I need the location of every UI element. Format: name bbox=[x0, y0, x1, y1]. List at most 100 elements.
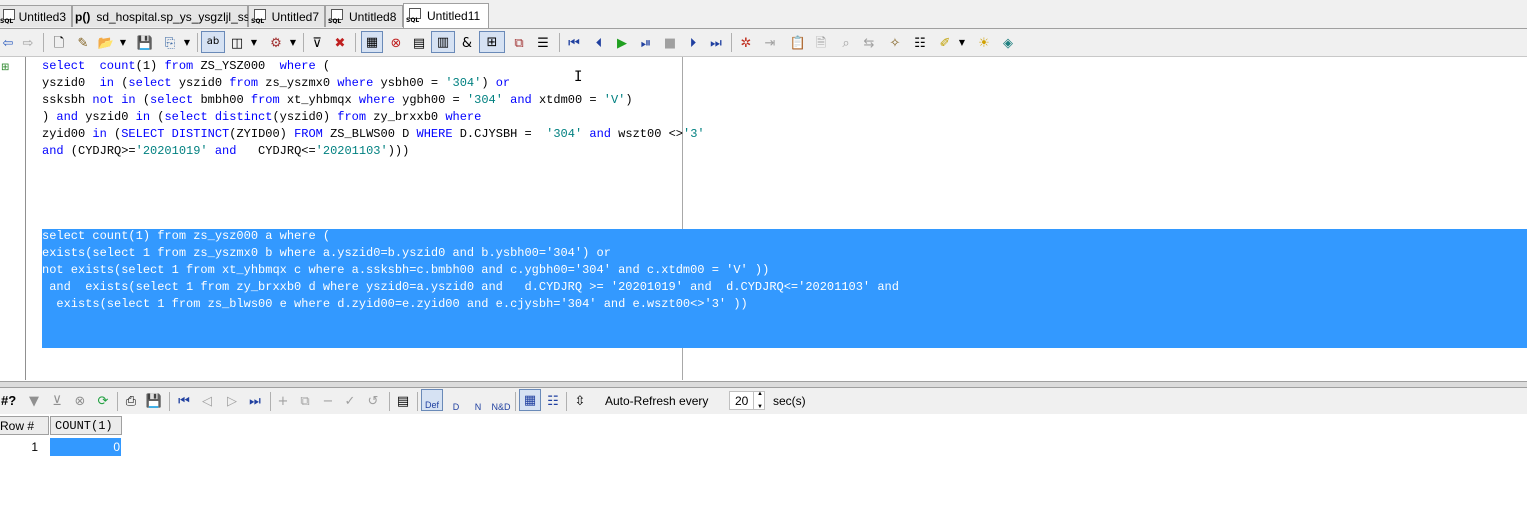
date-view-button[interactable]: D bbox=[446, 390, 466, 412]
split-view-icon[interactable]: ◫ bbox=[228, 32, 246, 54]
stop-icon[interactable]: ■ bbox=[662, 32, 678, 54]
prior-row-icon[interactable]: ◁ bbox=[199, 390, 215, 412]
lightbulb-icon[interactable]: ☀ bbox=[974, 32, 994, 54]
code-line[interactable]: zyid00 in (SELECT DISTINCT(ZYID00) FROM … bbox=[42, 126, 705, 143]
code-token: ysbh00 = bbox=[373, 76, 446, 90]
execute-step-icon[interactable]: ⏯ bbox=[637, 32, 655, 54]
filter-clear-icon[interactable]: ⊻ bbox=[49, 390, 65, 412]
current-line-marker-icon: ⊞ bbox=[1, 62, 10, 73]
delete-row-icon[interactable]: − bbox=[320, 390, 336, 412]
search-icon[interactable]: ⌕ bbox=[837, 32, 855, 54]
tab-untitled3[interactable]: SQL Untitled3 bbox=[0, 5, 72, 27]
layers-icon[interactable]: ◈ bbox=[999, 32, 1017, 54]
result-value-cell[interactable]: 0 bbox=[50, 438, 121, 456]
document-icon[interactable]: 🗎 bbox=[812, 32, 830, 54]
code-token: CYDJRQ<= bbox=[236, 144, 316, 158]
wizard-icon[interactable]: ✧ bbox=[886, 32, 904, 54]
duplicate-row-icon[interactable]: ⧉ bbox=[296, 390, 314, 412]
last-record-icon[interactable]: ⏭ bbox=[708, 32, 724, 54]
format-sql-icon[interactable]: ☰ bbox=[534, 32, 552, 54]
number-view-button[interactable]: N bbox=[468, 390, 488, 412]
chevron-down-icon[interactable]: ▼ bbox=[288, 32, 298, 54]
spin-down-icon[interactable]: ▼ bbox=[757, 404, 763, 410]
paste-icon[interactable]: 📋 bbox=[789, 32, 807, 54]
default-view-button[interactable]: Def bbox=[421, 389, 443, 411]
code-line[interactable]: yszid0 in (select yszid0 from zs_yszmx0 … bbox=[42, 75, 510, 92]
selected-code-line[interactable]: not exists(select 1 from xt_yhbmqx c whe… bbox=[42, 262, 769, 279]
ampersand-icon[interactable]: & bbox=[459, 32, 475, 54]
last-row-icon[interactable]: ⏭ bbox=[247, 390, 263, 412]
filter-icon[interactable]: ▼ bbox=[26, 390, 42, 412]
row-count-button[interactable]: #? bbox=[1, 393, 16, 408]
sql-editor[interactable]: ⊞ select count(1) from ZS_YSZ000 where (… bbox=[0, 57, 1527, 380]
auto-refresh-icon[interactable]: ⇳ bbox=[571, 390, 589, 412]
next-row-icon[interactable]: ▷ bbox=[224, 390, 240, 412]
selected-code-line[interactable]: select count(1) from zs_ysz000 a where ( bbox=[42, 228, 330, 245]
sql-file-icon: SQL bbox=[251, 8, 269, 25]
debug-icon[interactable]: ✲ bbox=[737, 32, 755, 54]
filter-icon[interactable]: ⊽ bbox=[309, 32, 325, 54]
list-icon[interactable]: ☷ bbox=[911, 32, 929, 54]
code-line[interactable]: ) and yszid0 in (select distinct(yszid0)… bbox=[42, 109, 481, 126]
string-literal: '304' bbox=[546, 127, 583, 141]
column-header-row-number[interactable]: Row # bbox=[0, 416, 49, 435]
object-browser-icon[interactable]: ⚙ bbox=[266, 32, 286, 54]
edit-file-icon[interactable]: ✎ bbox=[74, 32, 92, 54]
spin-up-icon[interactable]: ▲ bbox=[757, 391, 763, 397]
post-edit-icon[interactable]: ✓ bbox=[341, 390, 359, 412]
print-icon[interactable]: ⎙ bbox=[122, 390, 140, 412]
record-view-icon[interactable]: ▤ bbox=[394, 390, 412, 412]
tab-untitled11[interactable]: SQL Untitled11 bbox=[403, 3, 489, 28]
word-wrap-toggle-icon[interactable]: ab bbox=[201, 31, 225, 53]
chevron-down-icon[interactable]: ▼ bbox=[249, 32, 259, 54]
code-token: ( bbox=[150, 110, 165, 124]
text-view-icon[interactable]: ▥ bbox=[431, 31, 455, 53]
code-folding-icon[interactable]: ⊞ bbox=[479, 31, 505, 53]
grid-layout-icon[interactable]: ▦ bbox=[519, 389, 541, 411]
sql-keyword: from bbox=[164, 59, 194, 73]
interval-unit-label: sec(s) bbox=[773, 394, 806, 408]
save-icon[interactable]: 💾 bbox=[146, 390, 162, 412]
save-icon[interactable]: 💾 bbox=[136, 32, 154, 54]
back-arrow-icon[interactable]: ⇦ bbox=[0, 32, 16, 54]
refresh-icon[interactable]: ⟳ bbox=[95, 390, 111, 412]
interval-spinner[interactable]: ▲ ▼ bbox=[753, 391, 766, 410]
copy-icon[interactable]: ⧉ bbox=[510, 32, 528, 54]
tab-untitled7[interactable]: SQL Untitled7 bbox=[248, 5, 325, 27]
column-header-count[interactable]: COUNT(1) bbox=[50, 416, 122, 435]
step-forward-icon[interactable]: ⏵ bbox=[685, 32, 701, 54]
cancel-icon[interactable]: ⊗ bbox=[72, 390, 88, 412]
code-line[interactable]: and (CYDJRQ>='20201019' and CYDJRQ<='202… bbox=[42, 143, 409, 160]
result-grid[interactable]: Row # COUNT(1) 1 0 bbox=[0, 414, 1527, 521]
pane-splitter[interactable] bbox=[0, 381, 1527, 388]
chevron-down-icon[interactable]: ▼ bbox=[118, 32, 128, 54]
indent-icon[interactable]: ⇥ bbox=[762, 32, 778, 54]
stop-execution-icon[interactable]: ⊗ bbox=[386, 32, 406, 54]
step-back-icon[interactable]: ⏴ bbox=[591, 32, 607, 54]
tab-procedure[interactable]: p() sd_hospital.sp_ys_ysgzljl_ss bbox=[72, 5, 250, 27]
new-file-icon[interactable]: 🗋 bbox=[50, 32, 68, 54]
compare-icon[interactable]: ⇆ bbox=[860, 32, 878, 54]
first-row-icon[interactable]: ⏮ bbox=[176, 390, 192, 412]
save-as-icon[interactable]: ⎘ bbox=[160, 32, 180, 54]
tab-untitled8[interactable]: SQL Untitled8 bbox=[325, 5, 403, 27]
chevron-down-icon[interactable]: ▼ bbox=[182, 32, 192, 54]
first-record-icon[interactable]: ⏮ bbox=[566, 32, 582, 54]
grid-view-icon[interactable]: ▤ bbox=[410, 32, 428, 54]
open-folder-icon[interactable]: 📂 bbox=[96, 32, 116, 54]
highlight-icon[interactable]: ✐ bbox=[935, 32, 955, 54]
number-date-view-button[interactable]: N&D bbox=[490, 390, 512, 412]
clear-filter-icon[interactable]: ✖ bbox=[331, 32, 349, 54]
forward-arrow-icon[interactable]: ⇨ bbox=[20, 32, 36, 54]
execute-icon[interactable]: ▶ bbox=[614, 32, 630, 54]
sql-window-icon[interactable]: ▦ bbox=[361, 31, 383, 53]
selected-code-line[interactable]: exists(select 1 from zs_blws00 e where d… bbox=[42, 296, 747, 313]
insert-row-icon[interactable]: + bbox=[275, 390, 291, 412]
code-line[interactable]: ssksbh not in (select bmbh00 from xt_yhb… bbox=[42, 92, 633, 109]
chevron-down-icon[interactable]: ▼ bbox=[957, 32, 967, 54]
selected-code-line[interactable]: and exists(select 1 from zy_brxxb0 d whe… bbox=[42, 279, 899, 296]
cancel-edit-icon[interactable]: ↺ bbox=[364, 390, 382, 412]
tree-layout-icon[interactable]: ☷ bbox=[544, 390, 562, 412]
selected-code-line[interactable]: exists(select 1 from zs_yszmx0 b where a… bbox=[42, 245, 611, 262]
code-line[interactable]: select count(1) from ZS_YSZ000 where ( bbox=[42, 58, 330, 75]
